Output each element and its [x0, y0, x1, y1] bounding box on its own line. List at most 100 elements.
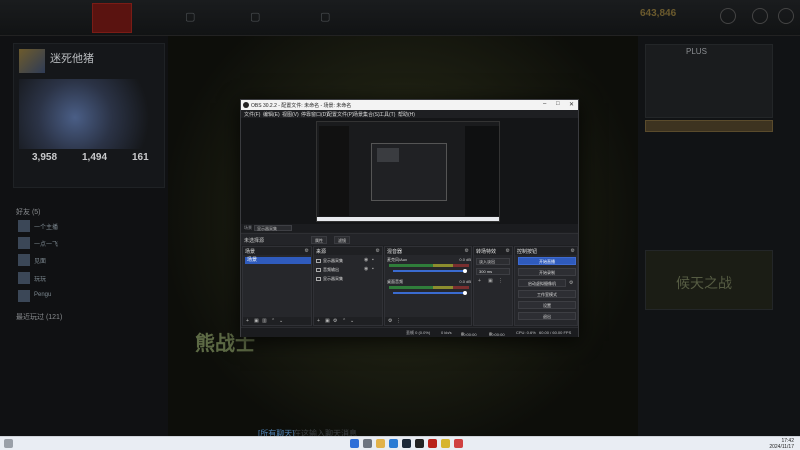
app-icon[interactable] — [441, 439, 450, 448]
more-icon[interactable]: ⋮ — [396, 318, 401, 324]
move-down-icon[interactable]: ⌄ — [350, 318, 354, 324]
move-down-icon[interactable]: ⌄ — [279, 318, 283, 324]
avatar — [18, 237, 30, 249]
avatar[interactable] — [19, 49, 45, 73]
duration-input[interactable]: 300 ms — [476, 268, 510, 275]
gear-icon[interactable]: ⚙ — [388, 318, 392, 324]
start-icon[interactable] — [350, 439, 359, 448]
move-up-icon[interactable]: ⌃ — [342, 318, 346, 324]
maximize-icon[interactable]: □ — [556, 101, 560, 107]
menu-docks[interactable]: 停靠窗口(D) — [301, 111, 328, 118]
preview-area[interactable] — [241, 118, 578, 224]
add-icon[interactable]: + — [317, 318, 320, 324]
channel-db: 0.0 dB — [459, 257, 471, 262]
minimize-icon[interactable]: – — [543, 101, 546, 107]
menu-file[interactable]: 文件(F) — [244, 111, 260, 118]
folder-icon[interactable] — [376, 439, 385, 448]
search-icon[interactable] — [363, 439, 372, 448]
friend-row[interactable]: 一个主播 — [18, 220, 158, 234]
menu-view[interactable]: 视图(V) — [282, 111, 299, 118]
visibility-icon[interactable]: ◉ — [364, 266, 368, 272]
exit-button[interactable]: 退出 — [518, 312, 576, 320]
close-icon[interactable]: ✕ — [569, 101, 574, 108]
app-icon[interactable] — [454, 439, 463, 448]
power-icon[interactable] — [778, 8, 794, 24]
live-time-value: 00:00:00 — [461, 332, 477, 337]
filters-button[interactable]: 滤镜 — [334, 236, 350, 244]
clock[interactable]: 17:42 2024/11/17 — [769, 438, 794, 450]
plus-panel[interactable]: PLUS — [645, 44, 773, 118]
clock-date: 2024/11/17 — [769, 444, 794, 450]
dock-title: 混音器 — [387, 249, 403, 255]
widgets-icon[interactable] — [4, 439, 13, 448]
shield-icon[interactable] — [752, 8, 768, 24]
dock-menu-icon[interactable]: ⚙ — [571, 248, 575, 254]
friend-row[interactable]: 一点一飞 — [18, 237, 158, 251]
start-recording-button[interactable]: 开始录制 — [518, 268, 576, 276]
settings-icon[interactable] — [720, 8, 736, 24]
lock-icon[interactable]: ▪ — [372, 257, 374, 263]
cpu-usage: CPU: 0.6% — [516, 330, 536, 335]
dock-menu-icon[interactable]: ⚙ — [465, 248, 469, 254]
nav-item[interactable]: ▢ — [320, 10, 331, 23]
menu-profile[interactable]: 配置文件(P) — [327, 111, 354, 118]
event-banner[interactable]: 候天之战 — [645, 250, 773, 310]
preview-canvas[interactable] — [316, 121, 500, 222]
obs-titlebar[interactable]: OBS 30.2.2 - 配置文件: 未命名 - 场景: 未命名 – □ ✕ — [241, 100, 578, 110]
lock-icon[interactable]: ▪ — [372, 266, 374, 272]
recent-header[interactable]: 最近玩过 (121) — [16, 312, 62, 322]
menu-scene-collection[interactable]: 场景集合(S) — [353, 111, 380, 118]
filter-icon[interactable]: ▥ — [262, 318, 267, 324]
move-up-icon[interactable]: ⌃ — [271, 318, 275, 324]
properties-button[interactable]: 属性 — [311, 236, 327, 244]
volume-slider[interactable] — [393, 270, 465, 272]
steam-icon[interactable] — [402, 439, 411, 448]
friend-row[interactable]: 玩玩 — [18, 272, 158, 286]
friends-header[interactable]: 好友 (5) — [16, 207, 41, 217]
gear-icon[interactable]: ⚙ — [333, 318, 337, 324]
menu-edit[interactable]: 编辑(E) — [263, 111, 280, 118]
remove-icon[interactable]: ▣ — [325, 318, 330, 324]
menu-help[interactable]: 帮助(H) — [398, 111, 415, 118]
preview-taskbar — [317, 217, 499, 221]
source-item[interactable]: 音频输出 — [316, 266, 386, 273]
settings-button[interactable]: 设置 — [518, 301, 576, 309]
dota-icon[interactable] — [428, 439, 437, 448]
more-icon[interactable]: ⋮ — [498, 278, 503, 284]
nav-item[interactable]: ▢ — [250, 10, 261, 23]
friend-row[interactable]: 见面 — [18, 254, 158, 268]
scene-select[interactable]: 显示器采集 — [254, 225, 292, 231]
obs-icon[interactable] — [415, 439, 424, 448]
volume-knob[interactable] — [463, 269, 467, 273]
remove-icon[interactable]: ▣ — [488, 278, 493, 284]
gear-icon[interactable]: ⚙ — [569, 280, 573, 286]
hero-art — [19, 79, 159, 149]
dock-menu-icon[interactable]: ⚙ — [376, 248, 380, 254]
visibility-icon[interactable]: ◉ — [364, 257, 368, 263]
friend-row[interactable]: Pengu — [18, 290, 158, 304]
menu-tools[interactable]: 工具(T) — [379, 111, 395, 118]
profile-card[interactable]: 迷死他猪 3,958 1,494 161 — [13, 43, 165, 188]
start-streaming-button[interactable]: 开始直播 — [518, 257, 576, 265]
dota-top-bar: ▢ ▢ ▢ 643,846 — [0, 0, 800, 36]
edge-icon[interactable] — [389, 439, 398, 448]
plus-button[interactable] — [645, 120, 773, 132]
scene-item[interactable]: 场景 — [245, 257, 311, 264]
transition-select[interactable]: 淡入淡出 — [476, 258, 510, 265]
remove-icon[interactable]: ▣ — [254, 318, 259, 324]
dock-menu-icon[interactable]: ⚙ — [305, 248, 309, 254]
dock-menu-icon[interactable]: ⚙ — [506, 248, 510, 254]
nav-item[interactable]: ▢ — [185, 10, 196, 23]
transitions-dock: 转场特效 ⚙ 淡入淡出 300 ms + ▣ ⋮ — [473, 246, 513, 326]
virtual-camera-button[interactable]: 启动虚拟摄像机 — [518, 279, 566, 287]
volume-knob[interactable] — [463, 291, 467, 295]
studio-mode-button[interactable]: 工作室模式 — [518, 290, 576, 298]
scene-strip-label: 场景 — [244, 225, 252, 230]
volume-slider[interactable] — [393, 292, 465, 294]
source-item[interactable]: 显示器采集 — [316, 275, 386, 282]
source-item[interactable]: 显示器采集 — [316, 257, 386, 264]
no-source-label: 未选择源 — [244, 238, 265, 244]
add-icon[interactable]: + — [246, 318, 249, 324]
dota-logo[interactable] — [92, 3, 132, 33]
add-icon[interactable]: + — [478, 278, 481, 284]
